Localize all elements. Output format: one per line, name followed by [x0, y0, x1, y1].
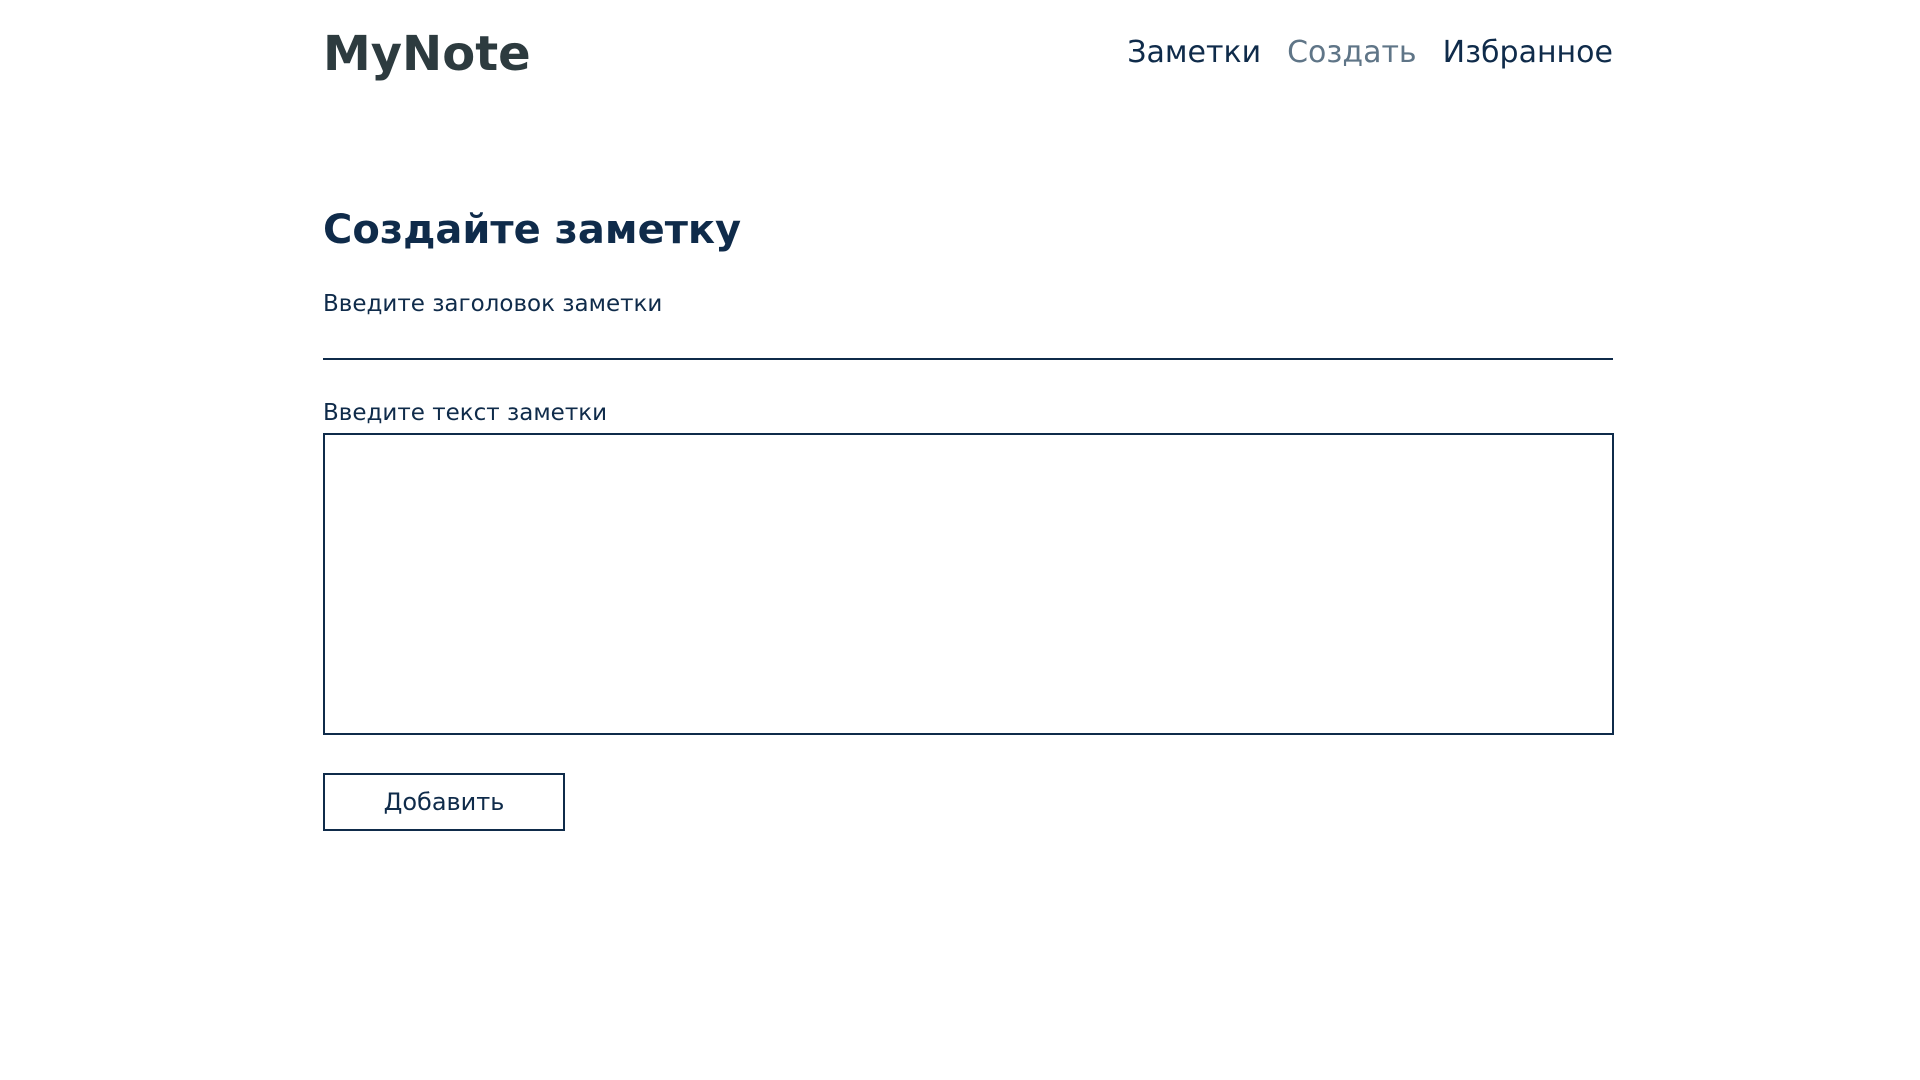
note-title-input[interactable] — [323, 324, 1613, 360]
nav-item-favorites[interactable]: Избранное — [1443, 34, 1613, 72]
nav-item-create[interactable]: Создать — [1287, 34, 1417, 72]
main-nav: Заметки Создать Избранное — [1127, 34, 1613, 72]
logo[interactable]: MyNote — [323, 24, 531, 84]
page-container: MyNote Заметки Создать Избранное Создайт… — [323, 0, 1614, 831]
note-text-area[interactable] — [323, 433, 1614, 735]
note-title-label: Введите заголовок заметки — [323, 291, 663, 317]
page-title: Создайте заметку — [323, 207, 742, 253]
site-header: MyNote Заметки Создать Избранное — [323, 0, 1613, 108]
note-text-label: Введите текст заметки — [323, 400, 608, 426]
add-button[interactable]: Добавить — [323, 773, 565, 831]
nav-item-notes[interactable]: Заметки — [1127, 34, 1261, 72]
